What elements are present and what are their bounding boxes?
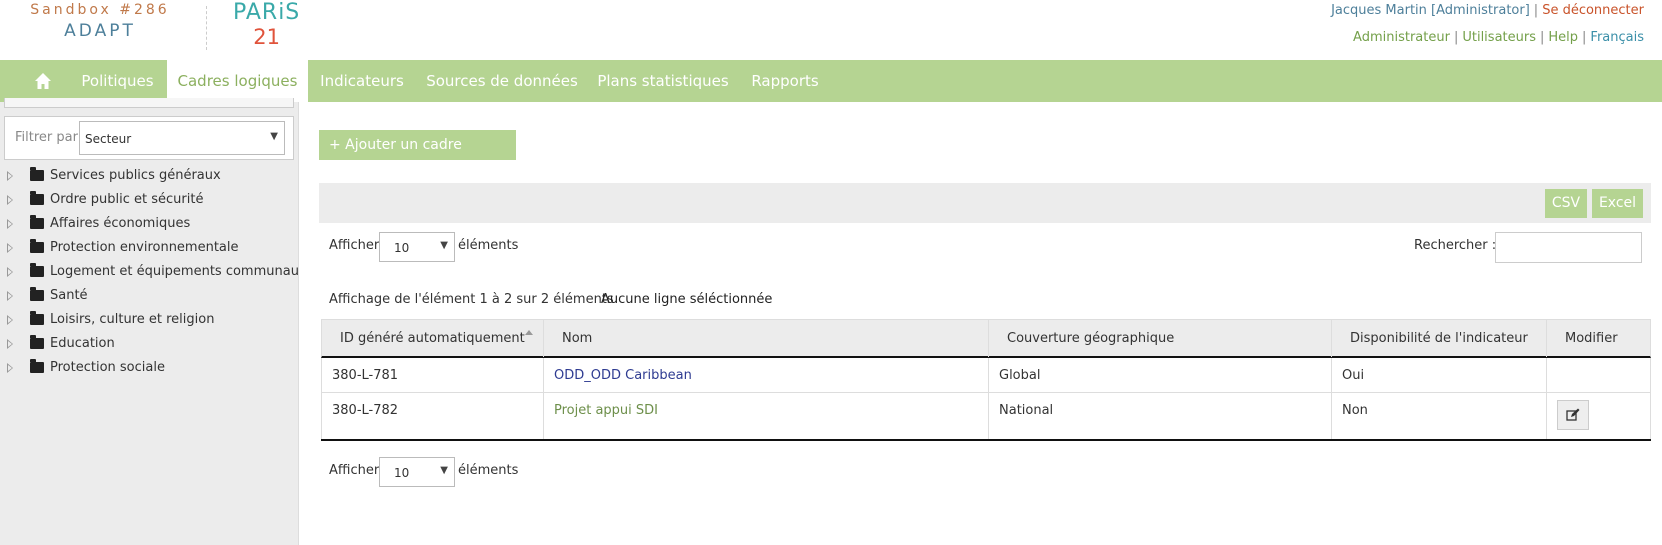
expand-icon[interactable] [7, 243, 13, 253]
csv-button[interactable]: CSV [1545, 189, 1587, 218]
nav-politiques[interactable]: Politiques [69, 60, 166, 102]
help-link[interactable]: Help [1548, 30, 1578, 45]
folder-icon [30, 239, 44, 253]
cell-id: 380-L-781 [322, 358, 544, 392]
search-box-stub [4, 98, 294, 108]
tree-item[interactable]: Protection sociale [0, 356, 299, 380]
chevron-down-icon: ▼ [270, 131, 278, 142]
main-nav: Politiques Cadres logiques Indicateurs S… [0, 60, 1662, 102]
table-info: Affichage de l'élément 1 à 2 sur 2 éléme… [329, 292, 614, 307]
expand-icon[interactable] [7, 315, 13, 325]
cell-coverage: Global [989, 358, 1332, 392]
filter-value: Secteur [85, 132, 132, 146]
tree-item[interactable]: Education [0, 332, 299, 356]
users-link[interactable]: Utilisateurs [1462, 30, 1536, 45]
edit-icon [1566, 408, 1580, 421]
page-length-value: 10 [394, 241, 410, 255]
nav-plans[interactable]: Plans statistiques [592, 60, 734, 102]
column-header-coverage[interactable]: Couverture géographique [989, 320, 1332, 357]
page-length-select-bottom[interactable]: 10 ▼ [379, 457, 455, 487]
tree-item[interactable]: Santé [0, 284, 299, 308]
user-name-link[interactable]: Jacques Martin [Administrator] [1331, 3, 1530, 18]
folder-icon [30, 263, 44, 277]
column-header-nom[interactable]: Nom [544, 320, 989, 357]
sidebar: Filtrer par Secteur ▼ Services publics g… [0, 98, 299, 545]
edit-button[interactable] [1557, 400, 1589, 430]
cell-name-link[interactable]: ODD_ODD Caribbean [544, 358, 989, 392]
column-header-availability[interactable]: Disponibilité de l'indicateur [1332, 320, 1547, 357]
tree-item[interactable]: Services publics généraux [0, 164, 299, 188]
cell-modifier [1547, 358, 1650, 392]
length-prefix: Afficher [329, 238, 380, 253]
cell-availability: Oui [1332, 358, 1547, 392]
excel-button[interactable]: Excel [1592, 189, 1643, 218]
folder-icon [30, 287, 44, 301]
page-length-value: 10 [394, 466, 410, 480]
nav-indicateurs[interactable]: Indicateurs [314, 60, 410, 102]
logframe-table: ID généré automatiquement Nom Couverture… [321, 319, 1651, 441]
sort-asc-icon [525, 330, 533, 335]
adapt-name: ADAPT [64, 21, 136, 41]
expand-icon[interactable] [7, 291, 13, 301]
cell-availability: Non [1332, 393, 1547, 439]
home-icon [35, 73, 51, 89]
chevron-down-icon: ▼ [440, 240, 448, 251]
sandbox-logo[interactable]: Sandbox #286 ADAPT [20, 2, 180, 41]
expand-icon[interactable] [7, 195, 13, 205]
cell-id: 380-L-782 [322, 393, 544, 439]
search-label: Rechercher : [1414, 238, 1497, 253]
page-length-select[interactable]: 10 ▼ [379, 232, 455, 262]
tree-item[interactable]: Logement et équipements communautaires [0, 260, 299, 284]
cell-modifier [1547, 393, 1650, 439]
export-toolbar: CSV Excel [319, 183, 1651, 223]
folder-icon [30, 335, 44, 349]
paris21-logo-bottom: 21 [253, 25, 280, 49]
tree-item[interactable]: Ordre public et sécurité [0, 188, 299, 212]
expand-icon[interactable] [7, 339, 13, 349]
paris21-logo[interactable]: PARiS 21 [233, 0, 300, 48]
cell-coverage: National [989, 393, 1332, 439]
folder-icon [30, 311, 44, 325]
length-suffix: éléments [458, 238, 519, 253]
table-row[interactable]: 380-L-782 Projet appui SDI National Non [321, 393, 1651, 439]
selection-info: Aucune ligne séléctionnée [601, 292, 773, 307]
nav-rapports[interactable]: Rapports [744, 60, 826, 102]
folder-icon [30, 191, 44, 205]
paris21-logo-top: PARiS [233, 0, 301, 25]
tree-item[interactable]: Affaires économiques [0, 212, 299, 236]
filter-select[interactable]: Secteur ▼ [79, 121, 285, 155]
chevron-down-icon: ▼ [440, 465, 448, 476]
home-button[interactable] [20, 60, 66, 102]
brand-divider [206, 6, 207, 50]
filter-box: Filtrer par Secteur ▼ [4, 116, 294, 160]
table-header: ID généré automatiquement Nom Couverture… [321, 319, 1651, 358]
cell-name-link[interactable]: Projet appui SDI [544, 393, 989, 439]
expand-icon[interactable] [7, 219, 13, 229]
expand-icon[interactable] [7, 363, 13, 373]
admin-link[interactable]: Administrateur [1353, 30, 1450, 45]
nav-sources[interactable]: Sources de données [422, 60, 582, 102]
length-suffix-bottom: éléments [458, 463, 519, 478]
folder-icon [30, 167, 44, 181]
length-prefix-bottom: Afficher [329, 463, 380, 478]
column-header-id[interactable]: ID généré automatiquement [322, 320, 544, 357]
add-logframe-button[interactable]: + Ajouter un cadre logique [319, 130, 516, 183]
expand-icon[interactable] [7, 267, 13, 277]
filter-label: Filtrer par [15, 130, 78, 145]
search-input[interactable] [1495, 232, 1642, 263]
header: Sandbox #286 ADAPT PARiS 21 Jacques Mart… [0, 0, 1662, 60]
folder-icon [30, 215, 44, 229]
user-links: Jacques Martin [Administrator] | Se déconn… [1331, 3, 1644, 45]
column-header-modifier: Modifier [1565, 331, 1618, 346]
sector-tree: Services publics généraux Ordre public e… [0, 164, 299, 380]
nav-cadres-logiques[interactable]: Cadres logiques [167, 60, 308, 102]
logout-link[interactable]: Se déconnecter [1542, 3, 1644, 18]
expand-icon[interactable] [7, 171, 13, 181]
folder-icon [30, 359, 44, 373]
tree-item[interactable]: Protection environnementale [0, 236, 299, 260]
table-row[interactable]: 380-L-781 ODD_ODD Caribbean Global Oui [321, 358, 1651, 393]
tree-item[interactable]: Loisirs, culture et religion [0, 308, 299, 332]
sandbox-name: Sandbox #286 [30, 2, 170, 18]
language-link[interactable]: Français [1590, 30, 1644, 45]
